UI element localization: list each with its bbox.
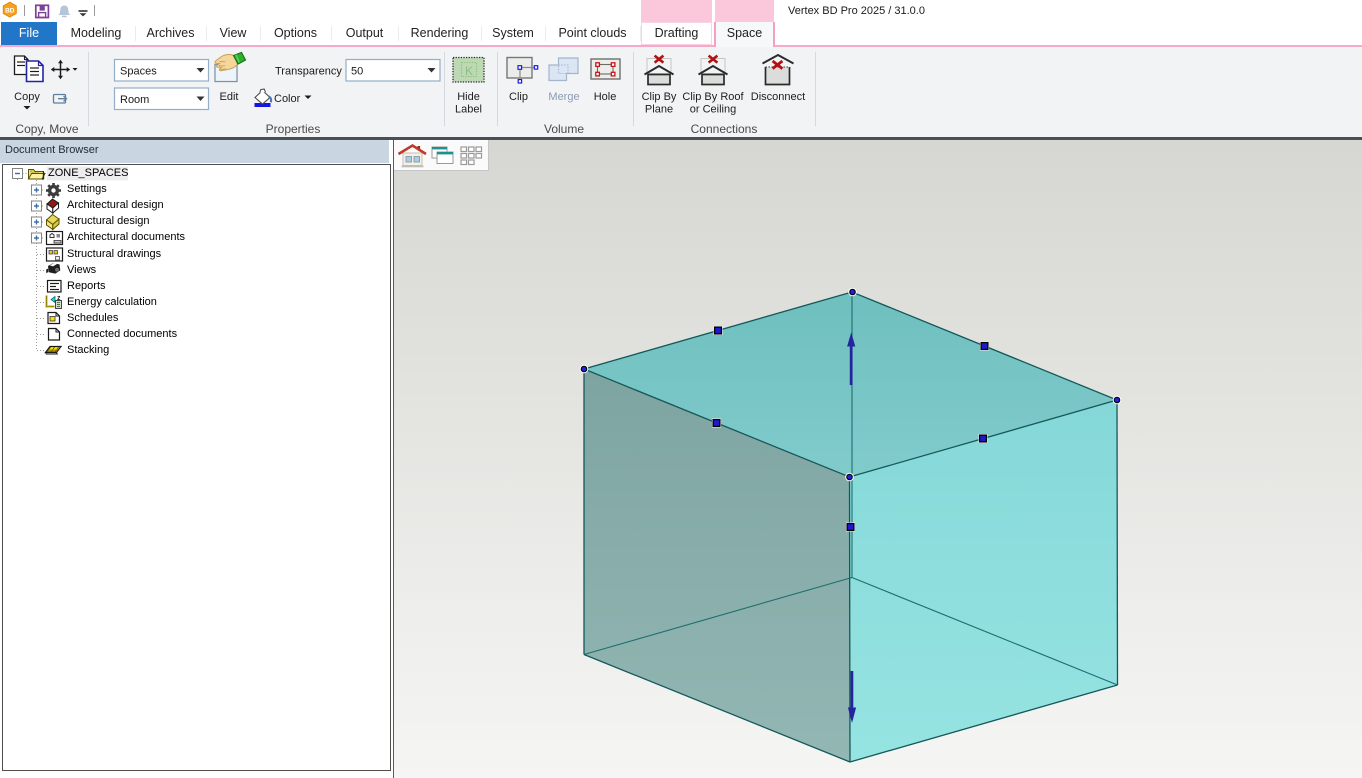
svg-text:Clip By: Clip By: [642, 91, 677, 103]
svg-text:Transparency: Transparency: [275, 66, 342, 78]
svg-text:Spaces: Spaces: [120, 66, 157, 78]
svg-text:Merge: Merge: [548, 91, 579, 103]
svg-text:Color: Color: [274, 93, 301, 105]
svg-text:K: K: [465, 64, 473, 78]
svg-text:Label: Label: [455, 104, 482, 116]
svg-text:Copy: Copy: [14, 91, 40, 103]
svg-text:Clip By Roof: Clip By Roof: [682, 91, 744, 103]
svg-text:Edit: Edit: [220, 91, 239, 103]
svg-text:Clip: Clip: [509, 91, 528, 103]
svg-text:50: 50: [351, 66, 363, 78]
svg-text:or Ceiling: or Ceiling: [690, 104, 736, 116]
svg-text:BD: BD: [5, 8, 15, 15]
svg-text:Room: Room: [120, 94, 149, 106]
svg-text:Hole: Hole: [594, 91, 617, 103]
svg-text:Hide: Hide: [457, 91, 480, 103]
svg-text:Plane: Plane: [645, 104, 673, 116]
svg-text:Disconnect: Disconnect: [751, 91, 805, 103]
